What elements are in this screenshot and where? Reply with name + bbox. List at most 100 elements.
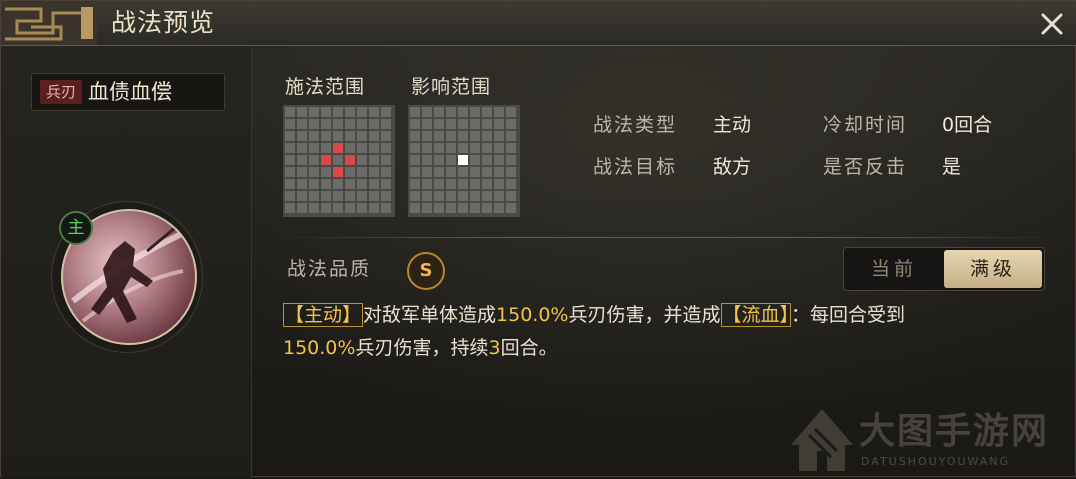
grid-cell bbox=[410, 155, 420, 165]
skill-target-label: 战法目标 bbox=[593, 156, 678, 178]
description-text: 回合。 bbox=[500, 337, 558, 359]
grid-cell bbox=[381, 143, 391, 153]
grid-cell bbox=[309, 107, 319, 117]
skill-description: 【主动】 对敌军单体造成150.0%兵刃伤害，并造成 【流血】 ：每回合受到 150.0… bbox=[283, 299, 1043, 365]
grid-cell bbox=[458, 191, 468, 201]
description-text: 对敌军单体造成 bbox=[363, 304, 497, 326]
grid-cell bbox=[333, 203, 343, 213]
grid-cell bbox=[506, 131, 516, 141]
grid-cell bbox=[321, 131, 331, 141]
grid-cell bbox=[422, 191, 432, 201]
grid-cell bbox=[285, 155, 295, 165]
grid-cell bbox=[494, 203, 504, 213]
grid-cell bbox=[345, 143, 355, 153]
grid-cell bbox=[410, 131, 420, 141]
grid-cell bbox=[297, 143, 307, 153]
grid-cell bbox=[422, 155, 432, 165]
grid-cell bbox=[381, 167, 391, 177]
header-ornament-icon bbox=[1, 1, 97, 45]
grid-cell bbox=[434, 131, 444, 141]
grid-cell bbox=[482, 119, 492, 129]
grid-cell bbox=[369, 131, 379, 141]
grid-cell bbox=[494, 155, 504, 165]
grid-cell bbox=[434, 179, 444, 189]
grid-cell bbox=[285, 179, 295, 189]
grid-cell bbox=[357, 203, 367, 213]
grid-cell bbox=[422, 143, 432, 153]
grid-cell bbox=[446, 203, 456, 213]
toggle-current-level[interactable]: 当前 bbox=[846, 250, 942, 288]
skill-quality-label: 战法品质 bbox=[287, 258, 372, 280]
grid-cell bbox=[297, 131, 307, 141]
grid-cell bbox=[333, 131, 343, 141]
grid-cell bbox=[357, 131, 367, 141]
grid-cell bbox=[345, 131, 355, 141]
grid-cell bbox=[434, 167, 444, 177]
grid-cell bbox=[506, 191, 516, 201]
grid-cell bbox=[345, 179, 355, 189]
grid-cell bbox=[494, 179, 504, 189]
grid-cell bbox=[345, 167, 355, 177]
grid-cell bbox=[494, 119, 504, 129]
grid-cell bbox=[345, 119, 355, 129]
grid-cell bbox=[333, 119, 343, 129]
skill-type-tag: 兵刃 bbox=[40, 80, 82, 104]
grid-cell bbox=[470, 203, 480, 213]
grid-cell bbox=[297, 119, 307, 129]
grid-cell bbox=[333, 107, 343, 117]
grid-cell bbox=[470, 179, 480, 189]
grid-cell bbox=[357, 179, 367, 189]
grid-cell bbox=[285, 107, 295, 117]
grid-cell bbox=[458, 203, 468, 213]
grid-cell bbox=[381, 203, 391, 213]
grid-cell bbox=[297, 167, 307, 177]
grid-cell bbox=[470, 191, 480, 201]
grid-cell bbox=[506, 179, 516, 189]
grid-cell bbox=[381, 155, 391, 165]
grid-cell bbox=[297, 107, 307, 117]
grid-cell bbox=[458, 107, 468, 117]
bleed-tag: 【流血】 bbox=[720, 303, 792, 327]
grid-cell bbox=[381, 107, 391, 117]
grid-cell bbox=[309, 203, 319, 213]
highlighted-grid-cell bbox=[458, 155, 468, 165]
grid-cell bbox=[458, 143, 468, 153]
grid-cell bbox=[309, 179, 319, 189]
grid-cell bbox=[357, 119, 367, 129]
effect-range-grid bbox=[408, 105, 520, 217]
grid-cell bbox=[309, 167, 319, 177]
grid-cell bbox=[422, 107, 432, 117]
grid-cell bbox=[285, 131, 295, 141]
skill-preview-panel: 战法预览 兵刃 血债血偿 主 施法范围 影响范围 战法类型 主动 冷却时间 0回… bbox=[0, 0, 1076, 478]
grid-cell bbox=[321, 107, 331, 117]
grid-cell bbox=[494, 191, 504, 201]
grid-cell bbox=[422, 203, 432, 213]
grid-cell bbox=[422, 119, 432, 129]
grid-cell bbox=[309, 119, 319, 129]
grid-cell bbox=[369, 107, 379, 117]
grid-cell bbox=[410, 107, 420, 117]
grid-cell bbox=[357, 191, 367, 201]
description-text: 兵刃伤害，持续 bbox=[355, 337, 489, 359]
close-icon[interactable] bbox=[1035, 7, 1069, 41]
grid-cell bbox=[309, 143, 319, 153]
grid-cell bbox=[410, 203, 420, 213]
grid-cell bbox=[369, 143, 379, 153]
grid-cell bbox=[494, 167, 504, 177]
effect-range-label: 影响范围 bbox=[411, 76, 492, 98]
grid-cell bbox=[494, 107, 504, 117]
grid-cell bbox=[285, 191, 295, 201]
grid-cell bbox=[434, 203, 444, 213]
cooldown-label: 冷却时间 bbox=[823, 114, 908, 136]
grid-cell bbox=[458, 119, 468, 129]
grid-cell bbox=[410, 119, 420, 129]
highlighted-grid-cell bbox=[321, 155, 331, 165]
grid-cell bbox=[434, 107, 444, 117]
watermark-name: 大图手游网 bbox=[859, 410, 1050, 452]
skill-type-label: 战法类型 bbox=[593, 114, 678, 136]
grid-cell bbox=[321, 167, 331, 177]
toggle-max-level[interactable]: 满级 bbox=[944, 250, 1042, 288]
grid-cell bbox=[458, 131, 468, 141]
grid-cell bbox=[470, 143, 480, 153]
grid-cell bbox=[446, 167, 456, 177]
